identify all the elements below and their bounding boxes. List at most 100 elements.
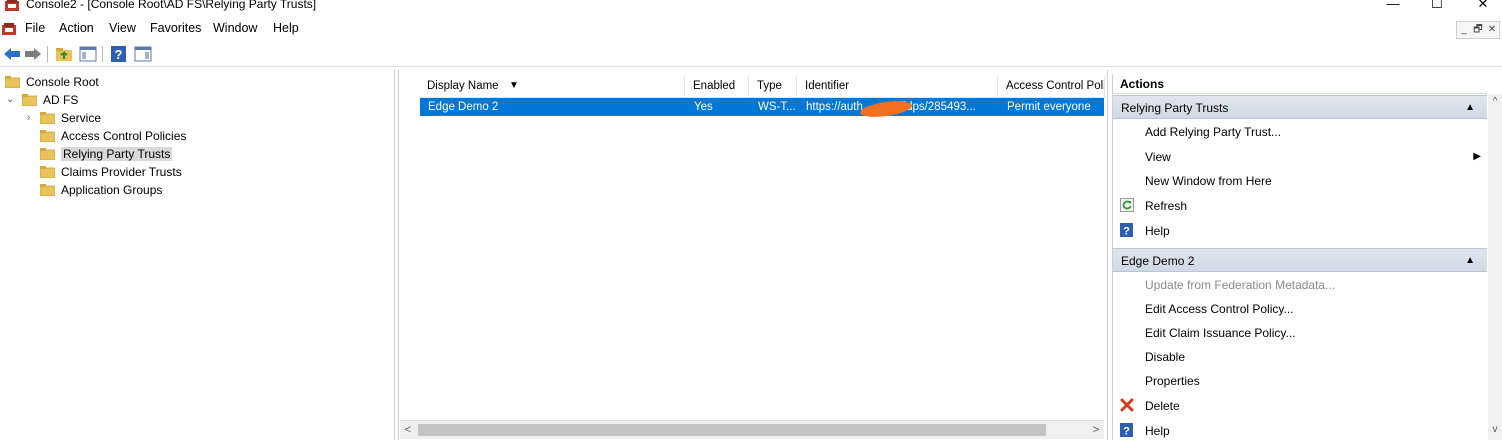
maximize-button[interactable]: ☐ [1422, 0, 1452, 12]
column-header-access-control-policy[interactable]: Access Control Policy [998, 75, 1105, 97]
menu-view[interactable]: View [109, 21, 136, 35]
action-new-window-from-here[interactable]: New Window from Here [1113, 169, 1487, 193]
help-icon: ? [1120, 423, 1133, 438]
show-hide-action-pane-icon[interactable] [134, 46, 152, 62]
scroll-right-button[interactable]: > [1088, 421, 1104, 439]
actions-pane: Actions Relying Party Trusts ▲ Add Relyi… [1112, 74, 1487, 440]
toolbar: ? [0, 42, 1502, 67]
chevron-down-icon[interactable]: ⌄ [6, 94, 14, 105]
action-update-from-federation-metadata: Update from Federation Metadata... [1145, 278, 1336, 292]
forward-arrow-icon[interactable] [24, 46, 42, 62]
folder-icon [40, 148, 55, 160]
scroll-up-icon[interactable]: ^ [1488, 96, 1502, 107]
scroll-down-icon[interactable]: v [1488, 424, 1502, 435]
refresh-icon [1120, 198, 1134, 212]
chevron-right-icon[interactable]: › [27, 112, 30, 123]
action-delete[interactable]: Delete [1113, 394, 1487, 418]
column-header-display-name[interactable]: Display Name ▼ [419, 75, 685, 97]
help-icon[interactable]: ? [110, 46, 128, 62]
mdi-minimize-button[interactable]: _ [1457, 22, 1471, 38]
cell-type: WS-T... [758, 101, 796, 113]
up-folder-icon[interactable] [55, 46, 73, 62]
cell-identifier: https://auth [806, 101, 863, 113]
mdi-close-button[interactable]: ✕ [1485, 22, 1499, 38]
scrollbar-thumb[interactable] [418, 424, 1046, 436]
mdi-window-controls: _ 🗗 ✕ [1456, 21, 1500, 39]
action-disable[interactable]: Disable [1113, 345, 1487, 369]
action-label: Help [1145, 224, 1170, 238]
svg-text:?: ? [115, 47, 123, 62]
tree-item-label: Console Root [26, 75, 99, 89]
menu-action[interactable]: Action [59, 21, 94, 35]
folder-icon [5, 76, 20, 88]
tree-item-label: Access Control Policies [61, 129, 187, 143]
scroll-left-button[interactable]: < [400, 421, 416, 439]
delete-icon [1120, 398, 1134, 412]
action-add-relying-party-trust[interactable]: Add Relying Party Trust... [1113, 120, 1487, 144]
close-button[interactable]: ✕ [1468, 0, 1498, 12]
window-titlebar: Console2 - [Console Root\AD FS\Relying P… [0, 0, 1502, 14]
action-group-label: Relying Party Trusts [1121, 101, 1229, 115]
results-list-pane: Display Name ▼ Enabled Type Identifier A… [398, 70, 1108, 440]
action-group-label: Edge Demo 2 [1121, 254, 1195, 268]
action-help[interactable]: ? Help [1113, 419, 1487, 443]
toolbar-separator [47, 46, 48, 62]
tree-item-claims-provider-trusts[interactable]: Claims Provider Trusts [40, 163, 182, 181]
table-row[interactable]: Edge Demo 2 Yes WS-T... https://auth h/i… [420, 98, 1104, 120]
menu-favorites[interactable]: Favorites [150, 21, 201, 35]
column-header-identifier[interactable]: Identifier [797, 75, 998, 97]
window-title: Console2 - [Console Root\AD FS\Relying P… [26, 0, 317, 11]
action-view[interactable]: View ▶ [1113, 145, 1487, 169]
tree-item-ad-fs[interactable]: AD FS [22, 91, 78, 109]
folder-icon [40, 130, 55, 142]
console-icon [2, 23, 16, 35]
menu-bar: File Action View Favorites Window Help _… [0, 17, 1502, 41]
collapse-up-icon[interactable]: ▲ [1465, 96, 1475, 120]
column-header-type[interactable]: Type [749, 75, 797, 97]
action-label: Delete [1145, 399, 1180, 413]
tree-item-label: Claims Provider Trusts [61, 165, 182, 179]
folder-icon [40, 184, 55, 196]
help-icon: ? [1120, 223, 1133, 238]
folder-icon [40, 112, 55, 124]
svg-text:?: ? [1123, 426, 1130, 438]
tree-item-label: AD FS [43, 93, 79, 107]
action-refresh[interactable]: Refresh [1113, 194, 1487, 218]
column-label: Display Name [427, 80, 499, 92]
minimize-button[interactable]: — [1378, 0, 1408, 12]
action-label: View [1145, 150, 1171, 164]
menu-file[interactable]: File [25, 21, 45, 35]
menu-window[interactable]: Window [213, 21, 257, 35]
back-arrow-icon[interactable] [3, 46, 21, 62]
vertical-scrollbar[interactable]: ^ v [1488, 94, 1502, 440]
collapse-up-icon[interactable]: ▲ [1465, 249, 1475, 273]
svg-text:?: ? [1123, 226, 1130, 238]
action-edit-access-control-policy[interactable]: Edit Access Control Policy... [1113, 297, 1487, 321]
action-edit-claim-issuance-policy[interactable]: Edit Claim Issuance Policy... [1113, 321, 1487, 345]
cell-display-name: Edge Demo 2 [428, 101, 499, 113]
tree-item-label: Application Groups [61, 183, 163, 197]
action-group-edge-demo-2[interactable]: Edge Demo 2 ▲ [1113, 248, 1487, 272]
action-properties[interactable]: Properties [1113, 369, 1487, 393]
toolbar-separator [102, 46, 103, 62]
horizontal-scrollbar[interactable]: < > [400, 420, 1104, 439]
tree-item-label: Relying Party Trusts [61, 147, 173, 161]
show-hide-tree-icon[interactable] [79, 46, 97, 62]
menu-help[interactable]: Help [273, 21, 299, 35]
tree-item-access-control-policies[interactable]: Access Control Policies [40, 127, 186, 145]
list-header: Display Name ▼ Enabled Type Identifier A… [419, 75, 1105, 98]
tree-item-label: Service [61, 111, 102, 125]
mmc-app-icon [5, 0, 19, 11]
tree-item-console-root[interactable]: Console Root [5, 73, 99, 91]
tree-item-relying-party-trusts[interactable]: Relying Party Trusts [40, 145, 173, 163]
tree-item-service[interactable]: Service [40, 109, 101, 127]
cell-enabled: Yes [694, 101, 713, 113]
mdi-restore-button[interactable]: 🗗 [1471, 22, 1485, 38]
console-tree-pane: Console Root ⌄ AD FS › Service Access Co… [0, 70, 395, 440]
action-help[interactable]: ? Help [1113, 219, 1487, 243]
action-group-relying-party-trusts[interactable]: Relying Party Trusts ▲ [1113, 95, 1487, 119]
tree-item-application-groups[interactable]: Application Groups [40, 181, 162, 199]
column-header-enabled[interactable]: Enabled [685, 75, 749, 97]
action-label: Help [1145, 424, 1170, 438]
folder-icon [40, 166, 55, 178]
